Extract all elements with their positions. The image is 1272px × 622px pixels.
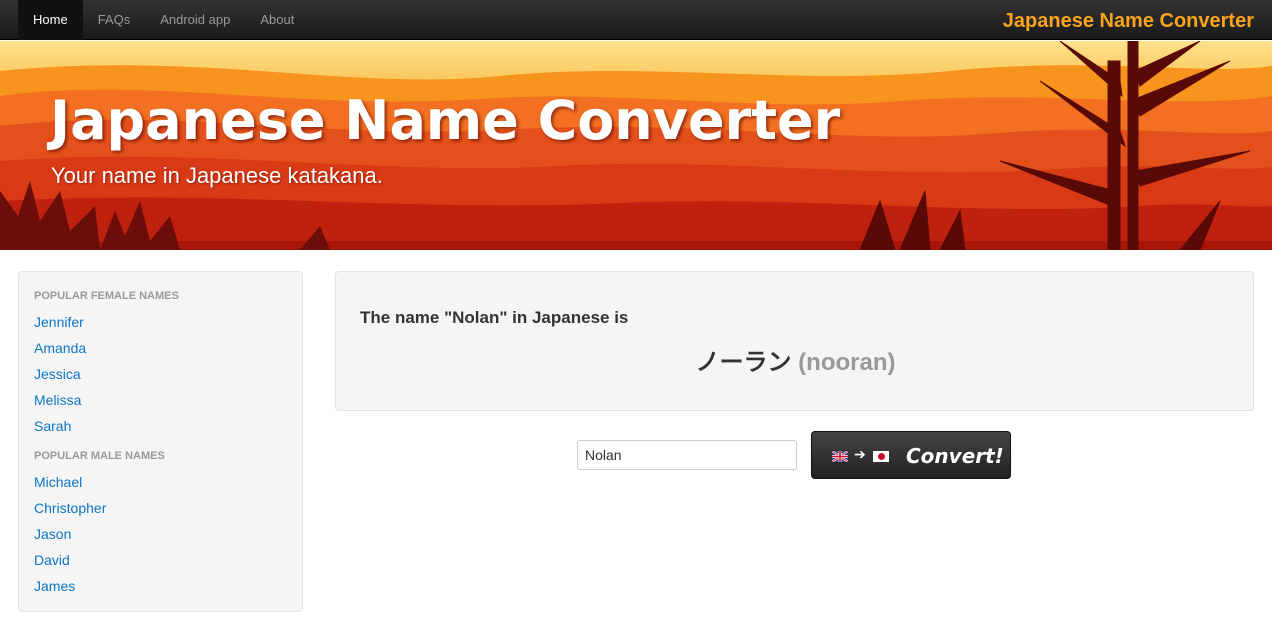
romaji-result: (nooran): [798, 349, 896, 376]
female-name-link[interactable]: Melissa: [34, 387, 287, 413]
nav-home[interactable]: Home: [18, 0, 83, 40]
arrow-right-icon: ➔: [854, 446, 866, 462]
male-name-link[interactable]: James: [34, 573, 287, 599]
katakana-result: ノーラン: [695, 349, 792, 376]
nav-android-app[interactable]: Android app: [145, 0, 245, 40]
nav-faqs[interactable]: FAQs: [83, 0, 146, 40]
result-label: The name "Nolan" in Japanese is: [360, 308, 629, 327]
hero-banner: Japanese Name Converter Your name in Jap…: [0, 41, 1272, 250]
male-name-link[interactable]: Jason: [34, 521, 287, 547]
top-navbar: Home FAQs Android app About Japanese Nam…: [0, 0, 1272, 40]
female-name-link[interactable]: Amanda: [34, 335, 287, 361]
female-name-link[interactable]: Jennifer: [34, 309, 287, 335]
conversion-result-panel: The name "Nolan" in Japanese is ノーラン (no…: [335, 271, 1254, 411]
male-names-header: Popular male names: [34, 450, 165, 462]
nav-about[interactable]: About: [245, 0, 309, 40]
name-input[interactable]: [577, 440, 797, 470]
popular-names-sidebar: Popular female names Jennifer Amanda Jes…: [18, 271, 303, 612]
male-name-link[interactable]: David: [34, 547, 287, 573]
male-name-link[interactable]: Michael: [34, 469, 287, 495]
female-name-link[interactable]: Sarah: [34, 413, 287, 439]
convert-button[interactable]: ➔ Convert!: [811, 431, 1011, 479]
male-name-link[interactable]: Christopher: [34, 495, 287, 521]
hero-subtitle: Your name in Japanese katakana.: [51, 163, 383, 188]
japan-flag-icon: [873, 451, 889, 462]
female-names-header: Popular female names: [34, 290, 179, 302]
female-name-link[interactable]: Jessica: [34, 361, 287, 387]
brand-link[interactable]: Japanese Name Converter: [1003, 0, 1254, 40]
result-value: ノーラン (nooran): [336, 342, 1255, 377]
hero-title: Japanese Name Converter: [50, 89, 841, 152]
convert-button-label: Convert!: [906, 444, 1004, 468]
uk-flag-icon: [832, 451, 848, 462]
nav-menu: Home FAQs Android app About: [18, 0, 309, 40]
